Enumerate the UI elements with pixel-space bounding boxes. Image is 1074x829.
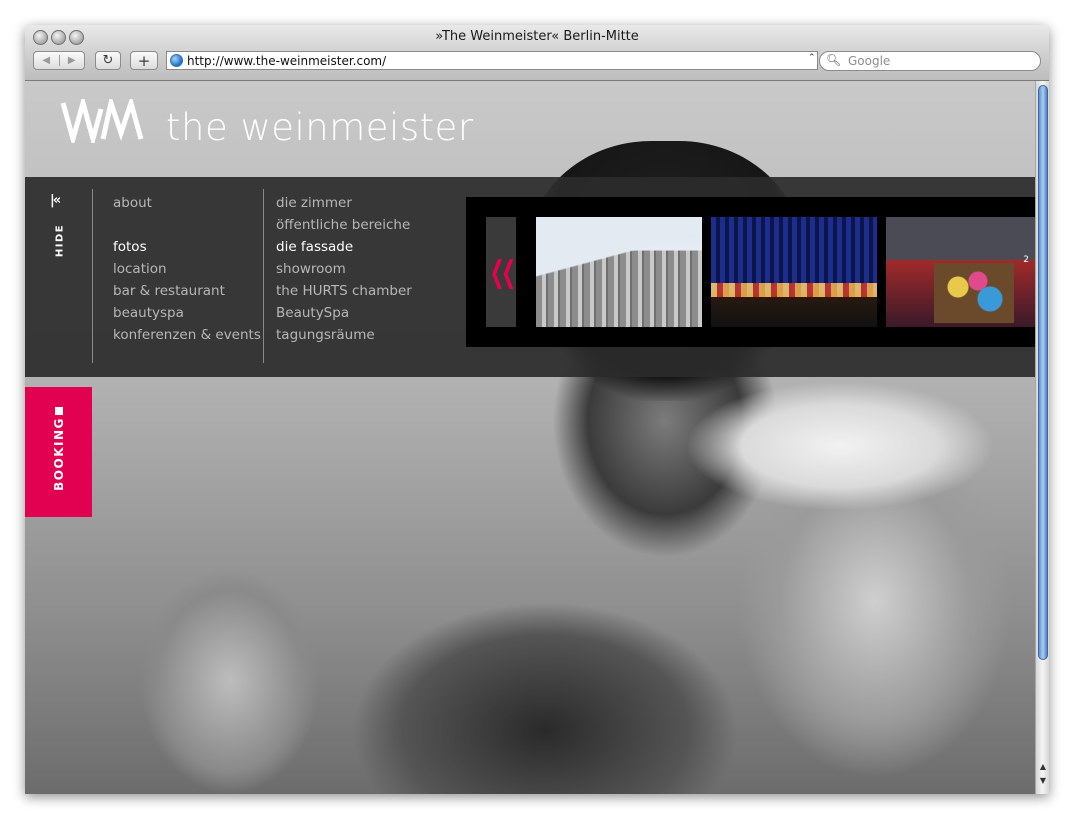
scrollbar-thumb[interactable] (1038, 85, 1048, 660)
thumbnail-artwork (934, 263, 1014, 323)
submenu-divider (263, 189, 264, 363)
hero-photo-flowers (685, 381, 995, 511)
hide-menu-button[interactable]: |« HIDE (47, 193, 73, 263)
gallery-thumbnail[interactable]: 2 (886, 217, 1035, 327)
thumbnail-number-badge: 2 (1023, 255, 1029, 265)
url-text: http://www.the-weinmeister.com/ (187, 54, 387, 68)
page-viewport: the weinmeister |« HIDE about fotos loca… (25, 81, 1035, 794)
window-title: »The Weinmeister« Berlin-Mitte (435, 29, 639, 44)
booking-label: BOOKING (52, 417, 66, 491)
menu-item-bar-restaurant[interactable]: bar & restaurant (113, 280, 261, 302)
photo-gallery-strip: ❮❮ 2 (466, 197, 1035, 347)
main-menu: about fotos location bar & restaurant be… (113, 192, 261, 346)
search-input[interactable]: 🔍︎ Google (819, 51, 1041, 71)
menu-item-location[interactable]: location (113, 258, 261, 280)
menu-item-fotos[interactable]: fotos (113, 236, 261, 258)
search-placeholder: Google (848, 54, 891, 68)
submenu-item-hurts-chamber[interactable]: the HURTS chamber (276, 280, 412, 302)
double-chevron-left-icon: ❮❮ (489, 254, 517, 290)
address-bar[interactable]: http://www.the-weinmeister.com/ (166, 51, 818, 70)
submenu-item-oeffentliche-bereiche[interactable]: öffentliche bereiche (276, 214, 412, 236)
weinmeister-logo-icon[interactable] (59, 99, 145, 143)
collapse-chevrons-icon: |« (50, 193, 61, 208)
reload-icon: ↻ (102, 53, 114, 68)
navigation-panel: |« HIDE about fotos location bar & resta… (25, 177, 1035, 377)
submenu-item-showroom[interactable]: showroom (276, 258, 412, 280)
gallery-thumbnail[interactable] (711, 217, 877, 327)
site-logo-text[interactable]: the weinmeister (166, 106, 474, 149)
menu-item-beautyspa[interactable]: beautyspa (113, 302, 261, 324)
gallery-prev-button[interactable]: ❮❮ (486, 217, 516, 327)
globe-icon (170, 54, 183, 67)
reload-button[interactable]: ↻ (95, 51, 121, 70)
hide-label: HIDE (54, 223, 66, 258)
search-icon: 🔍︎ (826, 53, 842, 67)
foto-submenu: die zimmer öffentliche bereiche die fass… (276, 192, 412, 346)
menu-divider (92, 189, 93, 363)
site-header: the weinmeister (25, 81, 1035, 177)
plus-icon: + (137, 51, 151, 70)
scroll-down-arrow-icon[interactable]: ▼ (1038, 775, 1048, 787)
add-bookmark-button[interactable]: + (130, 51, 158, 70)
back-arrow-icon[interactable]: ◀ (34, 55, 59, 66)
gallery-thumbnail[interactable] (536, 217, 702, 327)
forward-arrow-icon[interactable]: ▶ (58, 55, 85, 66)
submenu-item-tagungsraeume[interactable]: tagungsräume (276, 324, 412, 346)
thumbnail-street-lights (711, 283, 877, 297)
booking-button[interactable]: BOOKING (25, 387, 92, 517)
browser-window: »The Weinmeister« Berlin-Mitte ◀ ▶ ↻ + h… (25, 25, 1049, 794)
menu-spacer (113, 214, 261, 236)
back-forward-buttons: ◀ ▶ (33, 51, 85, 70)
vertical-scrollbar[interactable]: ▲ ▼ (1035, 81, 1049, 794)
submenu-item-die-fassade[interactable]: die fassade (276, 236, 412, 258)
scroll-up-arrow-icon[interactable]: ▲ (1038, 761, 1048, 773)
menu-item-about[interactable]: about (113, 192, 261, 214)
url-dropdown-icon[interactable]: ⌃ (808, 53, 816, 63)
submenu-item-beautyspa[interactable]: BeautySpa (276, 302, 412, 324)
menu-item-konferenzen-events[interactable]: konferenzen & events (113, 324, 261, 346)
browser-toolbar: »The Weinmeister« Berlin-Mitte ◀ ▶ ↻ + h… (25, 25, 1049, 81)
thumbnail-sky (536, 217, 702, 327)
submenu-item-die-zimmer[interactable]: die zimmer (276, 192, 412, 214)
